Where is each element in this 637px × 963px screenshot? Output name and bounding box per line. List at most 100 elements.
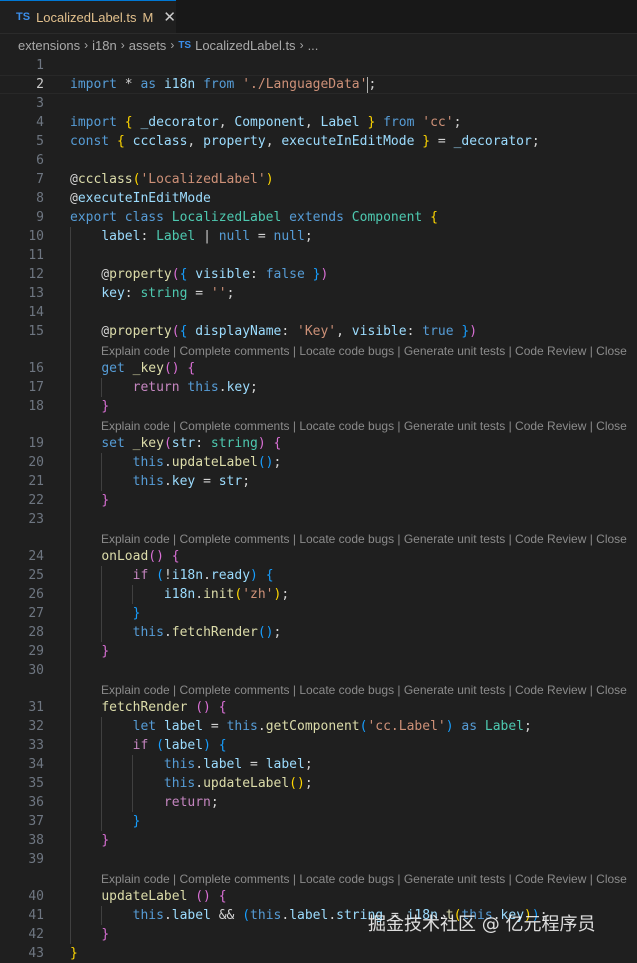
- code-token: ;: [304, 757, 313, 772]
- codelens-actions[interactable]: Explain code | Complete comments | Locat…: [101, 870, 627, 888]
- code-line[interactable]: 32 let label = this.getComponent('cc.Lab…: [0, 717, 637, 736]
- code-line[interactable]: 28 this.fetchRender();: [0, 623, 637, 642]
- code-line[interactable]: 11: [0, 246, 637, 265]
- line-number: 36: [28, 795, 44, 810]
- code-line[interactable]: 29 }: [0, 642, 637, 661]
- code-token: (): [163, 361, 180, 376]
- breadcrumb-file[interactable]: LocalizedLabel.ts: [195, 38, 295, 53]
- code-line[interactable]: 43}: [0, 944, 637, 963]
- code-line[interactable]: 40 updateLabel () {: [0, 887, 637, 906]
- code-line[interactable]: 19 set _key(str: string) {: [0, 434, 637, 453]
- code-line[interactable]: 30: [0, 661, 637, 680]
- code-line[interactable]: 35 this.updateLabel();: [0, 774, 637, 793]
- line-number: 30: [28, 663, 44, 678]
- code-text: this.key = str;: [70, 472, 250, 491]
- code-line[interactable]: 27 }: [0, 604, 637, 623]
- codelens-actions[interactable]: Explain code | Complete comments | Locat…: [101, 681, 627, 699]
- code-line[interactable]: 33 if (label) {: [0, 736, 637, 755]
- code-token: |: [195, 229, 219, 244]
- typescript-icon: TS: [178, 39, 192, 51]
- code-editor[interactable]: 1 2 import * as i18n from './LanguageData'…: [0, 56, 637, 961]
- line-number: 41: [28, 908, 44, 923]
- code-token: }: [70, 946, 78, 961]
- code-line[interactable]: 4 import { _decorator, Component, Label }…: [0, 113, 637, 132]
- codelens-actions[interactable]: Explain code | Complete comments | Locat…: [101, 342, 627, 360]
- code-text: @property({ visible: false }): [70, 265, 328, 284]
- breadcrumb-assets[interactable]: assets: [129, 38, 167, 53]
- code-line[interactable]: 37 }: [0, 812, 637, 831]
- code-token: executeInEditMode: [281, 134, 415, 149]
- code-line[interactable]: 14: [0, 303, 637, 322]
- code-line[interactable]: 1: [0, 56, 637, 75]
- code-line[interactable]: 24 onLoad() {: [0, 547, 637, 566]
- breadcrumb-extensions[interactable]: extensions: [18, 38, 80, 53]
- close-icon[interactable]: ✕: [163, 8, 176, 26]
- line-number: 5: [36, 134, 44, 149]
- code-token: this: [226, 719, 258, 734]
- codelens-actions[interactable]: Explain code | Complete comments | Locat…: [101, 530, 627, 548]
- code-line[interactable]: 13 key: string = '';: [0, 284, 637, 303]
- code-token: fetchRender: [101, 700, 188, 715]
- code-token: :: [281, 324, 297, 339]
- breadcrumb-i18n[interactable]: i18n: [92, 38, 117, 53]
- code-line[interactable]: 26 i18n.init('zh');: [0, 585, 637, 604]
- code-line[interactable]: 31 fetchRender () {: [0, 698, 637, 717]
- code-line[interactable]: 21 this.key = str;: [0, 472, 637, 491]
- code-line[interactable]: 12 @property({ visible: false }): [0, 265, 637, 284]
- code-token: import: [70, 77, 117, 92]
- code-line[interactable]: 10 label: Label | null = null;: [0, 227, 637, 246]
- codelens-actions[interactable]: Explain code | Complete comments | Locat…: [101, 417, 627, 435]
- code-line[interactable]: 2 import * as i18n from './LanguageData';: [0, 75, 637, 94]
- code-line[interactable]: 5 const { ccclass, property, executeInEdi…: [0, 132, 637, 151]
- code-token: .: [163, 625, 172, 640]
- code-token: .: [328, 908, 337, 923]
- line-number: 20: [28, 455, 44, 470]
- watermark: 掘金技术社区 @ 亿元程序员: [368, 914, 596, 935]
- code-line[interactable]: 9 export class LocalizedLabel extends Com…: [0, 208, 637, 227]
- code-line[interactable]: 7 @ccclass('LocalizedLabel'): [0, 170, 637, 189]
- line-number: 6: [36, 153, 44, 168]
- code-line[interactable]: 25 if (!i18n.ready) {: [0, 566, 637, 585]
- code-line[interactable]: 22 }: [0, 491, 637, 510]
- line-number: 10: [28, 229, 44, 244]
- code-text: label: Label | null = null;: [70, 227, 312, 246]
- code-token: if: [132, 738, 149, 753]
- tab-filename: LocalizedLabel.ts: [36, 9, 137, 25]
- code-token: :: [406, 324, 423, 339]
- code-token: ): [257, 436, 266, 451]
- code-line[interactable]: 38 }: [0, 831, 637, 850]
- code-token: .: [195, 776, 204, 791]
- code-token: ready: [210, 568, 251, 583]
- code-line[interactable]: 3: [0, 94, 637, 113]
- code-line[interactable]: 18 }: [0, 397, 637, 416]
- code-token: =: [187, 286, 211, 301]
- code-line[interactable]: 23: [0, 510, 637, 529]
- code-line[interactable]: 20 this.updateLabel();: [0, 453, 637, 472]
- tab-localizedlabel[interactable]: TS LocalizedLabel.ts M ✕: [0, 0, 176, 33]
- code-line[interactable]: 15 @property({ displayName: 'Key', visib…: [0, 322, 637, 341]
- breadcrumb-more[interactable]: ...: [308, 38, 319, 53]
- code-token: (): [195, 700, 211, 715]
- code-line[interactable]: 17 return this.key;: [0, 378, 637, 397]
- code-token: updateLabel: [171, 455, 258, 470]
- code-line[interactable]: 8 @executeInEditMode: [0, 189, 637, 208]
- line-number: 1: [36, 58, 44, 73]
- line-number: 8: [36, 191, 44, 206]
- code-line[interactable]: 6: [0, 151, 637, 170]
- code-line[interactable]: 34 this.label = label;: [0, 755, 637, 774]
- code-token: }: [101, 399, 110, 414]
- code-line[interactable]: 16 get _key() {: [0, 359, 637, 378]
- code-token: str: [171, 436, 196, 451]
- code-token: {: [171, 549, 180, 564]
- code-token: '': [210, 286, 227, 301]
- code-line[interactable]: 39: [0, 850, 637, 869]
- code-line[interactable]: 36 return;: [0, 793, 637, 812]
- code-token: i18n: [171, 568, 204, 583]
